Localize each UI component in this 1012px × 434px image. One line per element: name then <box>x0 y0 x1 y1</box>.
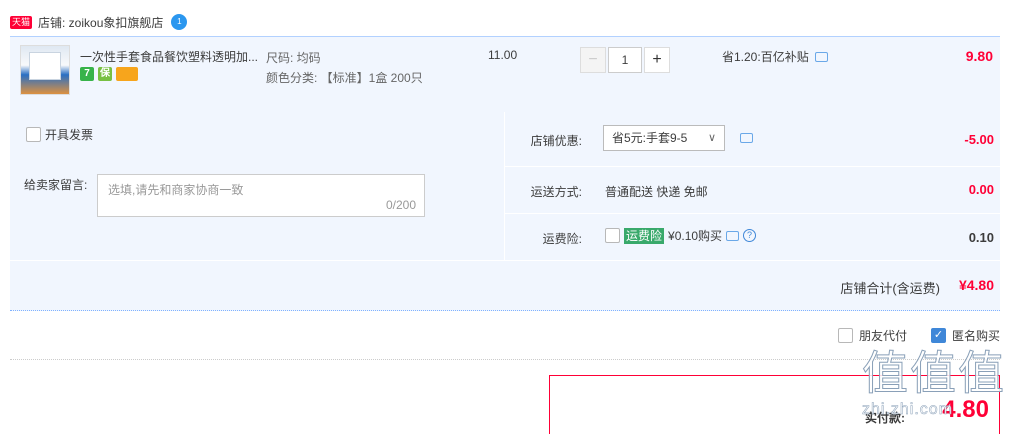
insurance-checkbox[interactable] <box>605 228 620 243</box>
shop-name[interactable]: 店铺: zoikou象扣旗舰店 <box>38 14 163 31</box>
credit-card-icon[interactable] <box>116 67 138 81</box>
discount-amount: -5.00 <box>964 132 994 147</box>
insurance-label: 运费险: <box>542 232 582 246</box>
anonymous-label: 匿名购买 <box>951 329 1000 343</box>
guarantee-icon[interactable]: 保 <box>98 67 112 81</box>
order-options-left: 开具发票 给卖家留言: 选填,请先和商家协商一致 0/200 <box>10 112 504 260</box>
shipping-amount: 0.00 <box>968 182 994 197</box>
invoice-label: 开具发票 <box>45 128 94 142</box>
friend-pay-label: 朋友代付 <box>858 329 907 343</box>
friend-pay-checkbox[interactable] <box>837 328 853 343</box>
quantity-input[interactable]: 1 <box>608 47 642 73</box>
sku-info: 尺码: 均码 颜色分类: 【标准】1盒 200只 <box>266 48 423 88</box>
chat-badge-count: 1 <box>177 17 182 26</box>
saving-text: 省1.20:百亿补贴 <box>722 50 809 64</box>
order-options-right: 店铺优惠: 省5元:手套9-5 ∨ -5.00 运送方式: 普通配送 快递 免邮… <box>505 112 1000 260</box>
invoice-checkbox[interactable] <box>26 127 41 142</box>
message-placeholder: 选填,请先和商家协商一致 <box>108 183 244 197</box>
message-icon[interactable] <box>740 133 753 143</box>
quantity-plus-button[interactable]: + <box>644 47 670 73</box>
sku-color: 颜色分类: 【标准】1盒 200只 <box>266 71 423 85</box>
shop-total-label: 店铺合计(含运费) <box>840 281 940 296</box>
product-title[interactable]: 一次性手套食品餐饮塑料透明加... <box>80 48 260 65</box>
insurance-price: ¥0.10购买 <box>668 229 723 243</box>
quantity-stepper: − 1 + <box>580 47 670 73</box>
message-icon[interactable] <box>726 230 740 241</box>
item-saving: 省1.20:百亿补贴 <box>722 48 828 65</box>
discount-selected-value: 省5元:手套9-5 <box>612 131 688 145</box>
insurance-tag: 运费险 <box>624 227 665 244</box>
anonymous-checkbox[interactable]: ✓ <box>930 328 946 343</box>
friend-pay-option[interactable]: 朋友代付 <box>837 327 907 344</box>
message-label: 给卖家留言: <box>24 178 88 192</box>
insurance-amount: 0.10 <box>968 230 994 245</box>
seven-day-return-icon[interactable]: 7 <box>80 67 94 81</box>
insurance-option[interactable]: 运费险 ¥0.10购买 ? <box>605 227 757 244</box>
shipping-label: 运送方式: <box>530 185 582 199</box>
shop-total-row: 店铺合计(含运费) ¥4.80 <box>10 261 1000 311</box>
shop-header: 天猫 店铺: zoikou象扣旗舰店 1 <box>10 10 188 34</box>
insurance-row: 运费险: 运费险 ¥0.10购买 ? 0.10 <box>505 214 1000 260</box>
chevron-down-icon: ∨ <box>707 132 716 144</box>
divider <box>10 359 1000 360</box>
shipping-row: 运送方式: 普通配送 快递 免邮 0.00 <box>505 167 1000 213</box>
payment-value: 4.80 <box>942 396 989 423</box>
anonymous-option[interactable]: ✓ 匿名购买 <box>930 327 1000 344</box>
payment-label: 实付款: <box>865 411 905 425</box>
invoice-option[interactable]: 开具发票 <box>26 126 93 143</box>
message-icon[interactable] <box>814 51 828 62</box>
order-item-row: 一次性手套食品餐饮塑料透明加... 7 保 尺码: 均码 颜色分类: 【标准】1… <box>10 36 1000 112</box>
chat-icon[interactable]: 1 <box>171 14 188 30</box>
discount-label: 店铺优惠: <box>530 134 582 148</box>
unit-price: 11.00 <box>488 48 518 62</box>
shipping-method: 普通配送 快递 免邮 <box>605 185 708 199</box>
tmall-badge: 天猫 <box>10 15 33 29</box>
quantity-minus-button[interactable]: − <box>580 47 606 73</box>
shop-total-value: ¥4.80 <box>958 277 994 293</box>
help-icon[interactable]: ? <box>743 229 757 242</box>
service-badges: 7 保 <box>80 67 138 81</box>
product-thumbnail[interactable] <box>20 45 70 95</box>
payment-summary: 实付款: 4.80 <box>549 375 1000 434</box>
seller-message-input[interactable]: 选填,请先和商家协商一致 0/200 <box>97 174 425 217</box>
shop-discount-row: 店铺优惠: 省5元:手套9-5 ∨ -5.00 <box>505 112 1000 166</box>
message-char-count: 0/200 <box>385 198 416 212</box>
bottom-options: 朋友代付 ✓ 匿名购买 <box>837 327 1000 344</box>
item-subtotal: 9.80 <box>965 48 993 64</box>
sku-size: 尺码: 均码 <box>266 51 321 65</box>
discount-select[interactable]: 省5元:手套9-5 ∨ <box>603 125 725 151</box>
product-box-graphic <box>29 52 61 80</box>
